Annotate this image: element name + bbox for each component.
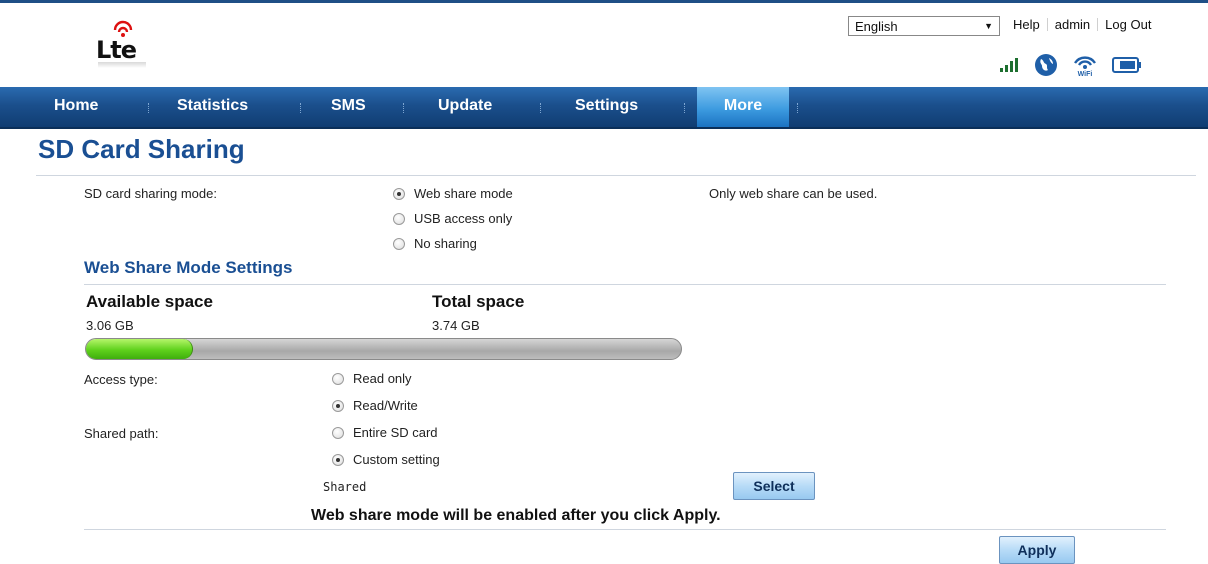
radio-label: Entire SD card [353, 425, 438, 440]
radio-indicator [393, 237, 405, 250]
logo-reflection [98, 62, 146, 68]
section-divider [84, 284, 1166, 285]
available-space-label: Available space [86, 292, 213, 311]
sharing-mode-label: SD card sharing mode: [84, 186, 217, 201]
section-title-web-share: Web Share Mode Settings [84, 258, 293, 277]
battery-icon [1112, 57, 1142, 76]
radio-selected-indicator [332, 399, 344, 412]
radio-label: Custom setting [353, 452, 440, 467]
nav-statistics[interactable]: Statistics [177, 87, 248, 127]
radio-label: No sharing [414, 236, 477, 251]
nav-divider [540, 103, 542, 113]
radio-label: Web share mode [414, 186, 513, 201]
access-type-label: Access type: [84, 372, 158, 387]
nav-divider [797, 103, 799, 113]
logout-link[interactable]: Log Out [1105, 17, 1151, 32]
admin-link[interactable]: admin [1055, 17, 1090, 32]
language-select[interactable]: English ▼ [848, 16, 1000, 36]
logo-text: Lte [96, 36, 137, 64]
top-border [0, 0, 1208, 3]
chevron-down-icon: ▼ [984, 21, 993, 31]
nav-divider [148, 103, 150, 113]
total-space-label: Total space [432, 292, 525, 311]
svg-text:WiFi: WiFi [1078, 71, 1093, 77]
radio-label: Read/Write [353, 398, 418, 413]
radio-read-only[interactable]: Read only [332, 371, 412, 386]
shared-path-label: Shared path: [84, 426, 159, 441]
signal-strength-icon [1000, 58, 1020, 75]
radio-read-write[interactable]: Read/Write [332, 398, 418, 413]
total-space-value: 3.74 GB [432, 318, 480, 333]
nav-more[interactable]: More [697, 87, 789, 127]
shared-path-value: Shared [323, 480, 367, 494]
storage-usage-fill [86, 339, 194, 359]
radio-web-share-mode[interactable]: Web share mode [393, 186, 513, 201]
apply-button[interactable]: Apply [999, 536, 1075, 564]
apply-notice: Web share mode will be enabled after you… [311, 507, 721, 524]
link-divider [1097, 18, 1099, 31]
main-nav: Home Statistics SMS Update Settings More [0, 87, 1208, 129]
top-links: Help admin Log Out [1013, 17, 1151, 32]
storage-usage-bar [85, 338, 682, 360]
language-select-value: English [855, 18, 898, 34]
nav-update[interactable]: Update [438, 87, 492, 127]
radio-usb-access-only[interactable]: USB access only [393, 211, 512, 226]
radio-selected-indicator [332, 453, 344, 466]
available-space-value: 3.06 GB [86, 318, 134, 333]
radio-label: USB access only [414, 211, 513, 226]
nav-home[interactable]: Home [54, 87, 98, 127]
radio-selected-indicator [393, 187, 405, 200]
radio-no-sharing[interactable]: No sharing [393, 236, 477, 251]
link-divider [1046, 18, 1048, 31]
status-icons: WiFi [1000, 53, 1156, 80]
wifi-icon: WiFi [1072, 53, 1098, 80]
help-link[interactable]: Help [1013, 17, 1040, 32]
radio-indicator [332, 426, 344, 439]
nav-settings[interactable]: Settings [575, 87, 638, 127]
radio-custom-setting[interactable]: Custom setting [332, 452, 440, 467]
nav-sms[interactable]: SMS [331, 87, 366, 127]
title-divider [36, 175, 1196, 176]
nav-divider [403, 103, 405, 113]
radio-indicator [393, 212, 405, 225]
footer-divider [84, 529, 1166, 530]
radio-label: Read only [353, 371, 412, 386]
page-title: SD Card Sharing [38, 134, 245, 164]
internet-globe-icon [1034, 53, 1058, 80]
sharing-mode-hint: Only web share can be used. [709, 186, 878, 201]
nav-divider [684, 103, 686, 113]
lte-logo: Lte [96, 18, 156, 72]
radio-indicator [332, 372, 344, 385]
select-button[interactable]: Select [733, 472, 815, 500]
nav-divider [300, 103, 302, 113]
radio-entire-sd-card[interactable]: Entire SD card [332, 425, 438, 440]
